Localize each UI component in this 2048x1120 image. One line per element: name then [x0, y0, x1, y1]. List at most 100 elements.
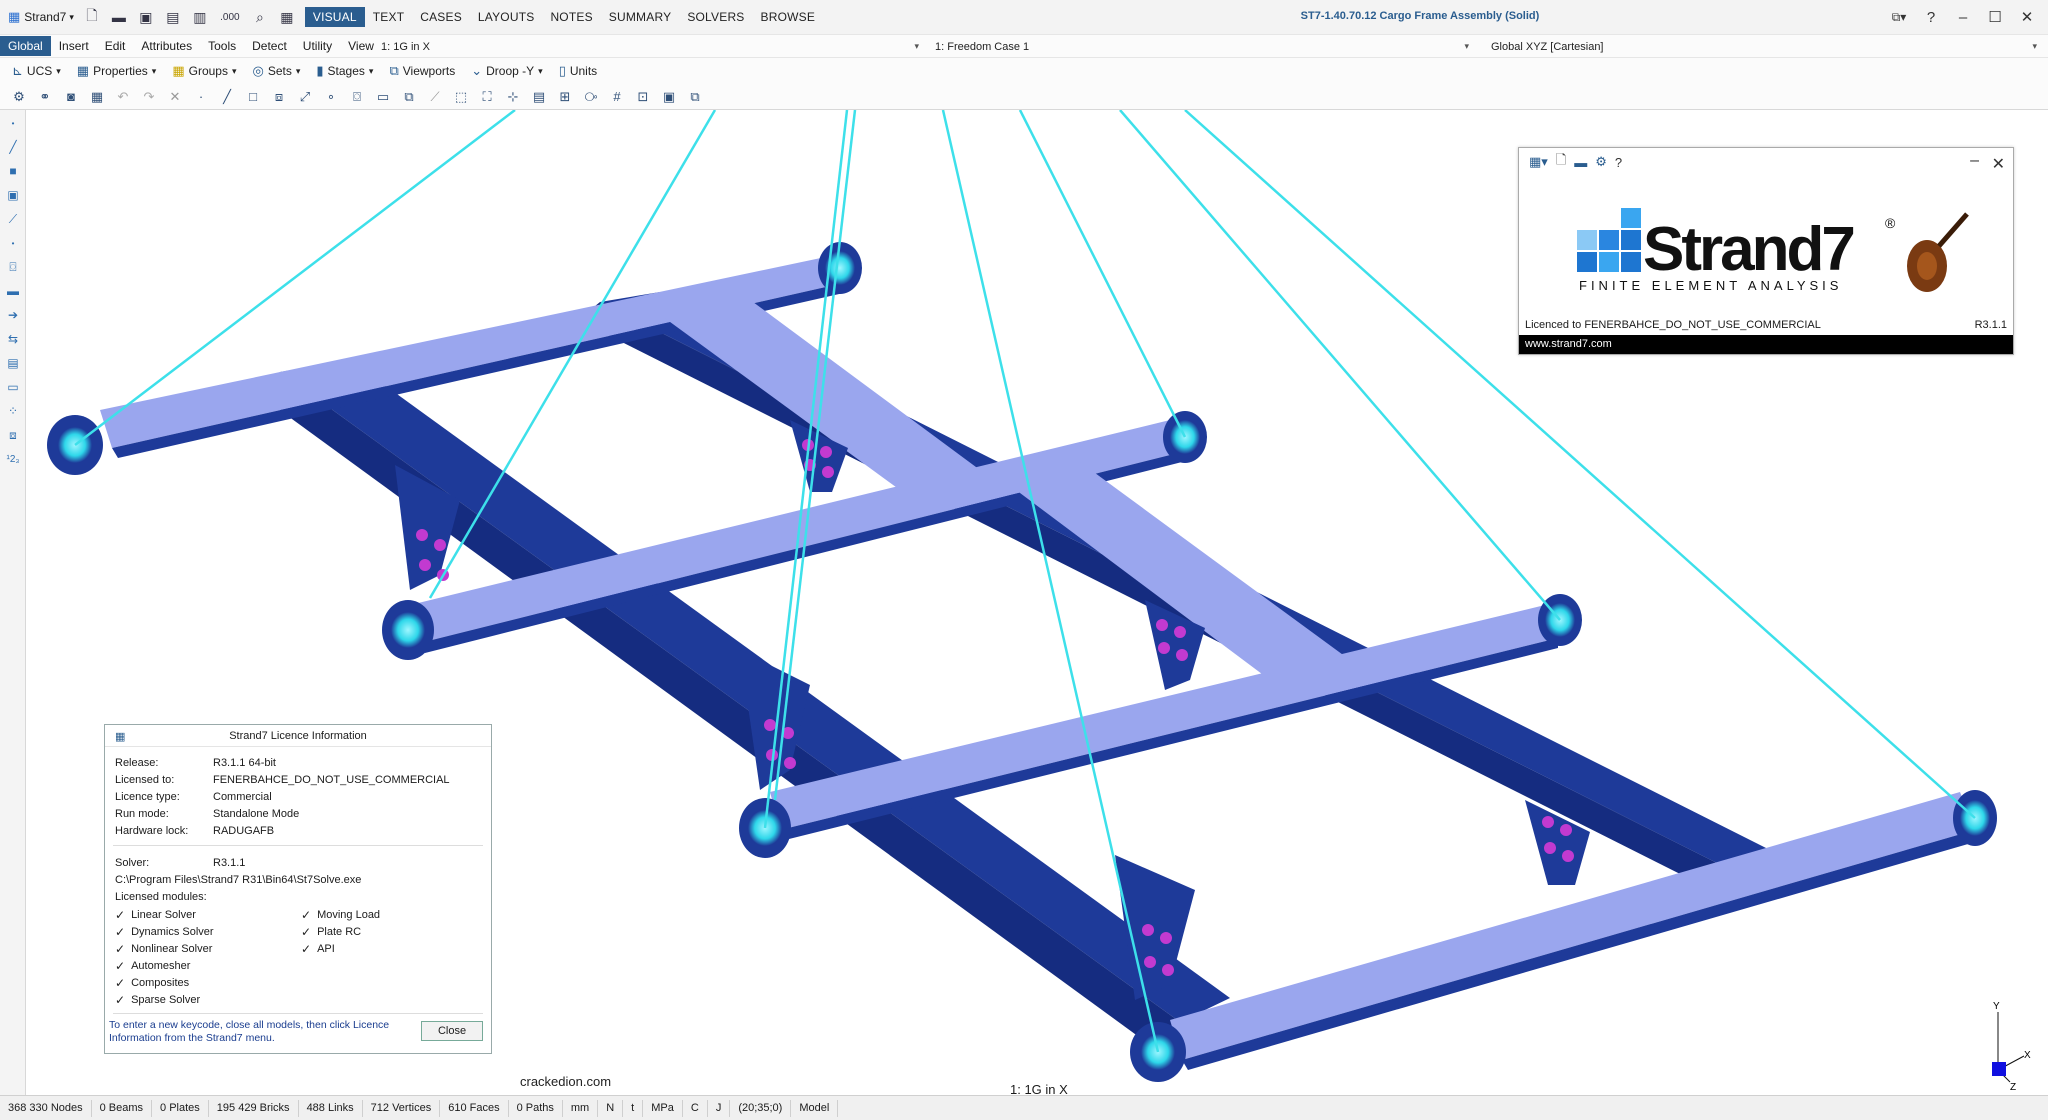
delete-icon[interactable]: ✕ — [164, 86, 186, 108]
close-button[interactable]: Close — [421, 1021, 483, 1041]
status-unit-mass[interactable]: t — [623, 1099, 644, 1117]
menu-utility[interactable]: Utility — [295, 36, 340, 56]
hash-icon[interactable]: # — [606, 86, 628, 108]
select-nodes-icon[interactable]: ⛶ — [476, 86, 498, 108]
status-unit-energy[interactable]: J — [708, 1099, 731, 1117]
gear-icon[interactable]: ⚙ — [8, 86, 30, 108]
tab-notes[interactable]: NOTES — [542, 7, 600, 27]
beam-section-icon[interactable]: ▬ — [2, 280, 24, 302]
module-name: Dynamics Solver — [131, 926, 214, 938]
coord-system-select[interactable]: Global XYZ [Cartesian] ▾ — [1484, 37, 2044, 56]
refresh-doc-icon[interactable]: ▥ — [188, 5, 212, 29]
menu-attributes[interactable]: Attributes — [133, 36, 200, 56]
gear-icon[interactable]: ⚙ — [1595, 154, 1607, 170]
select-box-icon[interactable]: ⬚ — [450, 86, 472, 108]
new-file-icon[interactable]: 🗋 — [80, 5, 104, 29]
shapes-icon[interactable]: ⧂ — [580, 86, 602, 108]
menu-insert[interactable]: Insert — [51, 36, 97, 56]
save-icon[interactable]: ▣ — [134, 5, 158, 29]
layout-switch-icon[interactable]: ⧉▾ — [1884, 10, 1914, 25]
minimize-icon[interactable]: – — [1948, 9, 1978, 26]
tab-layouts[interactable]: LAYOUTS — [470, 7, 543, 27]
menu-detect[interactable]: Detect — [244, 36, 295, 56]
calendar-icon[interactable]: ▦ — [275, 5, 299, 29]
menu-global[interactable]: Global — [0, 36, 51, 56]
droop-button[interactable]: ⌄ Droop -Y ▾ — [465, 63, 548, 79]
menu-tools[interactable]: Tools — [200, 36, 244, 56]
tab-browse[interactable]: BROWSE — [753, 7, 824, 27]
cylinder-icon[interactable]: ⌼ — [2, 256, 24, 278]
ucs-button[interactable]: ⊾ UCS ▾ — [6, 63, 67, 79]
dot-icon[interactable]: • — [2, 112, 24, 134]
save-as-icon[interactable]: ▤ — [161, 5, 185, 29]
sets-button[interactable]: ◎ Sets ▾ — [247, 63, 307, 79]
node-icon[interactable]: · — [190, 86, 212, 108]
measure-icon[interactable]: ⟋ — [424, 86, 446, 108]
model-viewport[interactable]: ▦▾ 🗋 ▬ ⚙ ? – ✕ Strand7 ® FINITE ELEMENT … — [26, 110, 2048, 1103]
app-menu-button[interactable]: ▦ Strand7 ▾ — [0, 0, 80, 34]
tree-icon[interactable]: ⊞ — [554, 86, 576, 108]
beam-icon[interactable]: ╱ — [216, 86, 238, 108]
groups-button[interactable]: ▦ Groups ▾ — [166, 63, 242, 79]
load-case-select[interactable]: 1: 1G in X ▾ — [374, 37, 926, 56]
frame-icon[interactable]: ⧈ — [2, 424, 24, 446]
open-folder-icon[interactable]: ▬ — [107, 5, 131, 29]
layers-stack-icon[interactable]: ▤ — [2, 352, 24, 374]
viewports-button[interactable]: ⧉ Viewports — [383, 63, 461, 79]
display-options-icon[interactable]: ▣ — [658, 86, 680, 108]
entity-filter-icon[interactable]: ⊡ — [632, 86, 654, 108]
stages-button[interactable]: ▮ Stages ▾ — [310, 63, 379, 79]
tab-text[interactable]: TEXT — [365, 7, 412, 27]
arrow-right-icon[interactable]: ➔ — [2, 304, 24, 326]
status-unit-temp[interactable]: C — [683, 1099, 708, 1117]
tab-solvers[interactable]: SOLVERS — [679, 7, 752, 27]
box-icon[interactable]: ▣ — [2, 184, 24, 206]
binoculars-icon[interactable]: ⚭ — [34, 86, 56, 108]
properties-button[interactable]: ▦ Properties ▾ — [71, 63, 163, 79]
maximize-icon[interactable]: ☐ — [1980, 8, 2010, 26]
zoom-doc-icon[interactable]: ⌕ — [248, 5, 272, 29]
menu-edit[interactable]: Edit — [97, 36, 134, 56]
status-unit-stress[interactable]: MPa — [643, 1099, 683, 1117]
ruler-icon[interactable]: ▭ — [372, 86, 394, 108]
numbering-icon[interactable]: ¹2₃ — [2, 448, 24, 470]
tab-cases[interactable]: CASES — [412, 7, 470, 27]
cylinder-icon[interactable]: ⌼ — [346, 86, 368, 108]
minimize-icon[interactable]: – — [1970, 152, 1979, 170]
units-button[interactable]: ▯ Units — [553, 63, 604, 79]
plate-icon[interactable]: □ — [242, 86, 264, 108]
redo-icon[interactable]: ↷ — [138, 86, 160, 108]
table-icon[interactable]: ▤ — [528, 86, 550, 108]
close-icon[interactable]: ✕ — [1992, 154, 2005, 174]
folder-icon[interactable]: ▬ — [1574, 155, 1587, 170]
new-doc-icon[interactable]: 🗋 — [1556, 151, 1566, 173]
decimals-icon[interactable]: .000 — [215, 5, 245, 29]
link-icon[interactable]: ⤢ — [294, 86, 316, 108]
link-element-icon[interactable]: ⟋ — [2, 208, 24, 230]
square-icon[interactable]: ■ — [2, 160, 24, 182]
small-dot-icon[interactable]: • — [2, 232, 24, 254]
convert-icon[interactable]: ⇆ — [2, 328, 24, 350]
screen-icon[interactable]: ▭ — [2, 376, 24, 398]
undo-icon[interactable]: ↶ — [112, 86, 134, 108]
close-icon[interactable]: ✕ — [2012, 8, 2042, 26]
help-icon[interactable]: ? — [1615, 155, 1622, 170]
select-points-icon[interactable]: ⊹ — [502, 86, 524, 108]
freedom-case-select[interactable]: 1: Freedom Case 1 ▾ — [928, 37, 1476, 56]
camera-icon[interactable]: ◙ — [60, 86, 82, 108]
splash-url[interactable]: www.strand7.com — [1519, 335, 2013, 354]
units-label: Units — [569, 64, 598, 78]
dots-grid-icon[interactable]: ⁘ — [2, 400, 24, 422]
line-icon[interactable]: ╱ — [2, 136, 24, 158]
point-icon[interactable]: ∘ — [320, 86, 342, 108]
brick-icon[interactable]: ⧈ — [268, 86, 290, 108]
layers-icon[interactable]: ⧉ — [684, 86, 706, 108]
status-unit-length[interactable]: mm — [563, 1099, 599, 1117]
grid-icon[interactable]: ▦▾ — [1529, 154, 1548, 170]
tab-summary[interactable]: SUMMARY — [601, 7, 680, 27]
grid-icon[interactable]: ▦ — [86, 86, 108, 108]
copy-icon[interactable]: ⧉ — [398, 86, 420, 108]
tab-visual[interactable]: VISUAL — [304, 7, 365, 27]
status-unit-force[interactable]: N — [598, 1099, 624, 1117]
help-icon[interactable]: ? — [1916, 9, 1946, 26]
